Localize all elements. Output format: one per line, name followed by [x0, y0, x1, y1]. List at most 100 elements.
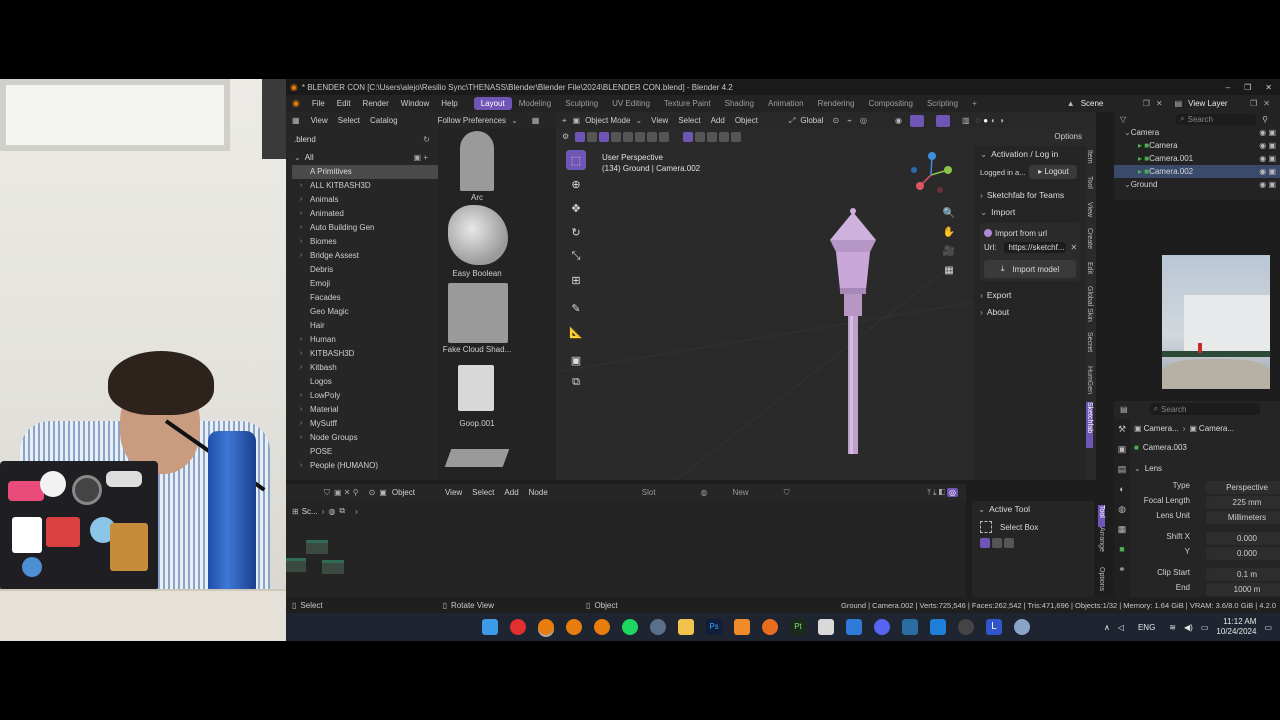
chevron-right-icon[interactable]: › [300, 235, 302, 249]
asset-menu-catalog[interactable]: Catalog [365, 116, 403, 125]
editor-type-icon[interactable]: ▦ [286, 116, 306, 125]
output-props-icon[interactable]: ▤ [1114, 459, 1130, 479]
catalog-item[interactable]: › Auto Building Gen [292, 221, 438, 235]
outliner-row[interactable]: ▸ ■ Camera.002 ◉ ▣ [1114, 165, 1280, 178]
tab-compositing[interactable]: Compositing [861, 97, 919, 110]
tab-scripting[interactable]: Scripting [920, 97, 965, 110]
render-props-icon[interactable]: ▣ [1114, 439, 1130, 459]
asset-thumb-goop[interactable] [458, 365, 494, 411]
clear-url-icon[interactable]: ✕ [1070, 243, 1077, 252]
material-sphere-icon[interactable]: ◍ [701, 488, 708, 497]
catalog-item[interactable]: › Human [292, 333, 438, 347]
minimize-icon[interactable]: – [1226, 83, 1230, 92]
language-indicator[interactable]: ENG [1138, 623, 1155, 632]
view-layer-copy-icon[interactable]: ❐ [1250, 99, 1257, 108]
catalog-item[interactable]: › ALL KITBASH3D [292, 179, 438, 193]
chevron-right-icon[interactable]: › [300, 193, 302, 207]
chevron-right-icon[interactable]: › [300, 431, 302, 445]
catalog-item[interactable]: › LowPoly [292, 389, 438, 403]
arrange-tab[interactable]: Arrange [1098, 527, 1105, 567]
import-model-button[interactable]: ⤓ Import model [984, 260, 1076, 278]
node-object-dropdown[interactable]: Object [387, 488, 420, 497]
tab-animation[interactable]: Animation [761, 97, 811, 110]
select-box-row[interactable]: Select Box [972, 518, 1094, 536]
catalog-item[interactable]: › Animals [292, 193, 438, 207]
tool-tab[interactable]: Tool [1098, 505, 1105, 527]
sidebar-tab-sketchfab[interactable]: Sketchfab [1086, 402, 1093, 448]
object-type-icon[interactable]: ⊙ [369, 488, 376, 497]
spotify-icon[interactable] [622, 619, 638, 635]
catalog-item[interactable]: A Primitives [292, 165, 438, 179]
pan-hand-icon[interactable]: ✋ [942, 223, 956, 242]
sidebar-tab-global-skin[interactable]: Global Skin [1086, 286, 1093, 332]
scene-breadcrumb[interactable]: Sc... [302, 507, 318, 516]
asset-menu-select[interactable]: Select [333, 116, 365, 125]
catalog-item[interactable]: › MySutff [292, 417, 438, 431]
menu-window[interactable]: Window [395, 99, 435, 108]
blender-taskbar-icon-2[interactable] [566, 619, 582, 635]
visibility-toggle-icon[interactable]: ◉ ▣ [1259, 178, 1280, 191]
catalog-item[interactable]: POSE [292, 445, 438, 459]
follow-preferences-dropdown[interactable]: Follow Preferences [433, 116, 511, 125]
tray-location-icon[interactable]: ◁ [1118, 623, 1124, 632]
tab-sculpting[interactable]: Sculpting [558, 97, 605, 110]
property-value-field[interactable]: 0.1 m [1206, 568, 1280, 581]
sidebar-tab-item[interactable]: Item [1086, 150, 1093, 176]
asset-thumb-fake-cloud[interactable] [448, 283, 508, 343]
catalog-item[interactable]: › Kitbash [292, 361, 438, 375]
windows-start-icon[interactable] [482, 619, 498, 635]
chevron-right-icon[interactable]: › [300, 361, 302, 375]
outliner-row[interactable]: ⌄ Camera ◉ ▣ [1114, 126, 1280, 139]
close-icon[interactable]: ✕ [1265, 83, 1272, 92]
link-icon[interactable]: ⧉ [339, 506, 345, 516]
catalog-item[interactable]: › People (HUMANO) [292, 459, 438, 473]
activation-section-header[interactable]: ⌄ Activation / Log in [974, 146, 1086, 163]
node-menu-add[interactable]: Add [499, 488, 523, 497]
logout-button[interactable]: ▸ Logout [1029, 165, 1078, 179]
options-tab[interactable]: Options [1098, 567, 1105, 593]
node-icons[interactable]: ▣ ✕ ⚲ [334, 488, 359, 497]
chevron-right-icon[interactable]: › [300, 403, 302, 417]
chevron-right-icon[interactable]: › [300, 333, 302, 347]
sketchfab-teams-header[interactable]: › Sketchfab for Teams [974, 187, 1086, 204]
refresh-icon[interactable]: ↻ [423, 135, 430, 144]
camera-view-icon[interactable]: 🎥 [942, 242, 956, 261]
scene-selector[interactable]: Scene [1081, 99, 1137, 108]
painter-icon[interactable]: Pt [790, 619, 806, 635]
tray-chevron-icon[interactable]: ∧ [1104, 623, 1110, 632]
active-tool-header[interactable]: ⌄ Active Tool [972, 501, 1094, 518]
node-overlay-icons[interactable]: ⤒ ⤓ ◧ ◎ [927, 487, 966, 498]
zoom-icon[interactable]: 🔍 [942, 204, 956, 223]
catalog-item[interactable]: › Bridge Assest [292, 249, 438, 263]
clock[interactable]: 11:12 AM 10/24/2024 [1216, 617, 1256, 637]
app-icon-gray[interactable] [818, 619, 834, 635]
node-editor[interactable]: ⛉ ▣ ✕ ⚲ ⊙ ▣ Object View Select Add Node … [286, 484, 966, 597]
slot-dropdown[interactable]: Slot [637, 488, 661, 497]
catalog-item[interactable]: Emoji [292, 277, 438, 291]
opera-icon[interactable] [510, 619, 526, 635]
visibility-toggle-icon[interactable]: ◉ ▣ [1259, 165, 1280, 178]
property-value-field[interactable]: 225 mm [1206, 496, 1280, 509]
wifi-icon[interactable]: ≋ [1169, 623, 1176, 632]
battery-icon[interactable]: ▭ [1201, 623, 1209, 632]
view-layer-delete-icon[interactable]: ✕ [1263, 99, 1270, 108]
app-icon-bridge[interactable] [902, 619, 918, 635]
tab-rendering[interactable]: Rendering [811, 97, 862, 110]
asset-thumb-easy-boolean[interactable] [448, 205, 508, 265]
library-selector[interactable]: .blend ↻ [286, 129, 438, 149]
menu-render[interactable]: Render [357, 99, 395, 108]
filter-icon[interactable]: ▽ [1120, 115, 1126, 124]
editor-type-icon[interactable]: ▤ [1120, 405, 1128, 414]
scene-copy-icon[interactable]: ❐ [1143, 99, 1150, 108]
camera-data-block[interactable]: ■ Camera.003 [1134, 439, 1280, 455]
app-icon-g[interactable] [762, 619, 778, 635]
outliner-row[interactable]: ▸ ■ Camera.001 ◉ ▣ [1114, 152, 1280, 165]
tool-props-icon[interactable]: ⚒ [1114, 419, 1130, 439]
asset-thumb-arc[interactable] [460, 131, 494, 191]
lens-panel-header[interactable]: ⌄ Lens [1134, 461, 1280, 475]
catalog-item[interactable]: Debris [292, 263, 438, 277]
export-section-header[interactable]: › Export [974, 287, 1086, 304]
maximize-icon[interactable]: ❐ [1244, 83, 1251, 92]
node-menu-node[interactable]: Node [524, 488, 553, 497]
menu-file[interactable]: File [306, 99, 331, 108]
